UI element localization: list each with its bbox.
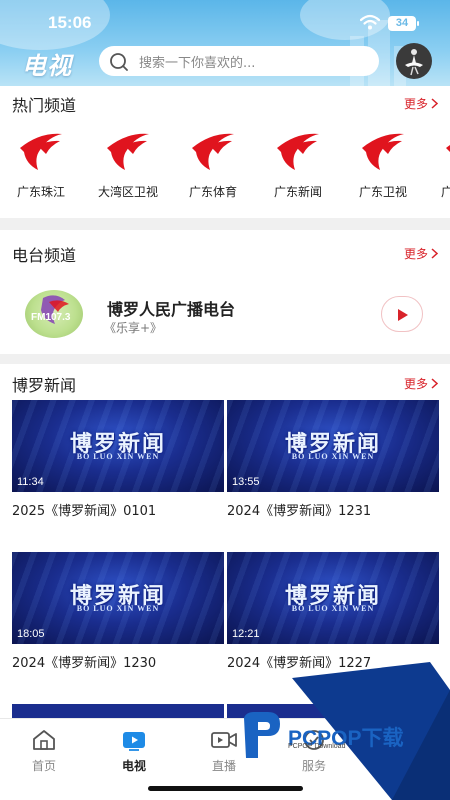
top-header: 15:06 34 电视 搜索一下你喜欢的... bbox=[0, 0, 450, 86]
channel-item[interactable]: 广 bbox=[426, 124, 450, 200]
video-card[interactable]: 博罗新闻 BO LUO XIN WEN 13:55 2024《博罗新闻》1231 bbox=[227, 400, 439, 519]
tab-live[interactable]: 直播 bbox=[189, 729, 259, 774]
tab-label: 首页 bbox=[31, 759, 56, 773]
video-thumbnail: 博罗新闻 BO LUO XIN WEN 13:55 bbox=[227, 400, 439, 492]
video-thumbnail: 博罗新闻 BO LUO XIN WEN 12:21 bbox=[227, 552, 439, 644]
video-thumbnail-partial[interactable] bbox=[12, 704, 224, 718]
video-thumbnail: 博罗新闻 BO LUO XIN WEN 18:05 bbox=[12, 552, 224, 644]
section-title: 博罗新闻 bbox=[12, 376, 77, 395]
hot-channels-section: 热门频道 更多 广东珠江 大湾区卫视 广东体育 广东新闻 广东卫视 广 bbox=[0, 86, 450, 218]
thumbnail-subtitle: BO LUO XIN WEN bbox=[76, 452, 160, 461]
radio-station-subtitle: 《乐享+》 bbox=[104, 321, 163, 335]
tab-service[interactable]: 服务 bbox=[279, 729, 349, 774]
video-title: 2024《博罗新闻》1227 bbox=[227, 656, 372, 671]
chevron-right-icon bbox=[431, 248, 438, 259]
radio-station-name[interactable]: 博罗人民广播电台 bbox=[107, 296, 235, 320]
search-input[interactable]: 搜索一下你喜欢的... bbox=[99, 46, 379, 76]
wifi-icon bbox=[359, 14, 381, 34]
video-thumbnail-partial[interactable] bbox=[227, 704, 439, 718]
home-icon bbox=[9, 729, 79, 751]
channel-name: 广东卫视 bbox=[358, 185, 407, 199]
tab-tv[interactable]: 电视 bbox=[99, 729, 169, 774]
gdtv-logo-icon bbox=[360, 128, 406, 174]
home-indicator bbox=[148, 786, 303, 791]
channel-item[interactable]: 广东珠江 bbox=[0, 124, 83, 200]
radio-station-logo[interactable]: FM107.3 bbox=[25, 290, 83, 338]
channel-name: 广东珠江 bbox=[16, 185, 65, 199]
video-card[interactable]: 博罗新闻 BO LUO XIN WEN 18:05 2024《博罗新闻》1230 bbox=[12, 552, 224, 671]
tab-home[interactable]: 首页 bbox=[9, 729, 79, 774]
chevron-right-icon bbox=[431, 98, 438, 109]
video-duration: 13:55 bbox=[232, 476, 260, 488]
channel-item[interactable]: 大湾区卫视 bbox=[86, 124, 170, 200]
video-duration: 11:34 bbox=[17, 476, 44, 488]
avatar[interactable] bbox=[396, 43, 432, 79]
thumbnail-subtitle: BO LUO XIN WEN bbox=[291, 452, 375, 461]
section-title: 热门频道 bbox=[12, 96, 77, 115]
tab-label: 服务 bbox=[301, 759, 326, 773]
video-duration: 12:21 bbox=[232, 628, 260, 640]
video-title: 2024《博罗新闻》1231 bbox=[227, 504, 372, 519]
video-title: 2024《博罗新闻》1230 bbox=[12, 656, 157, 671]
gdtv-logo-icon bbox=[190, 128, 236, 174]
video-card[interactable]: 博罗新闻 BO LUO XIN WEN 11:34 2025《博罗新闻》0101 bbox=[12, 400, 224, 519]
tab-label: 电视 bbox=[121, 759, 146, 773]
battery-icon: 34 bbox=[388, 16, 419, 31]
channel-list: 广东珠江 大湾区卫视 广东体育 广东新闻 广东卫视 广 bbox=[0, 124, 450, 204]
search-icon bbox=[109, 52, 129, 76]
section-title: 电台频道 bbox=[12, 246, 77, 265]
chevron-right-icon bbox=[431, 378, 438, 389]
gdtv-logo-icon bbox=[275, 128, 321, 174]
more-label: 更多 bbox=[403, 377, 428, 391]
news-section: 博罗新闻 更多 博罗新闻 BO LUO XIN WEN 11:34 2025《博… bbox=[0, 364, 450, 718]
video-duration: 18:05 bbox=[17, 628, 45, 640]
gdtv-logo-icon bbox=[444, 128, 450, 174]
status-time: 15:06 bbox=[48, 13, 92, 32]
search-placeholder: 搜索一下你喜欢的... bbox=[139, 56, 256, 71]
video-thumbnail: 博罗新闻 BO LUO XIN WEN 11:34 bbox=[12, 400, 224, 492]
channel-name: 广东新闻 bbox=[273, 185, 322, 199]
channel-item[interactable]: 广东新闻 bbox=[256, 124, 340, 200]
channel-name: 广东体育 bbox=[188, 185, 237, 199]
page-brand-title: 电视 bbox=[22, 52, 72, 80]
thumbnail-subtitle: BO LUO XIN WEN bbox=[291, 604, 375, 613]
play-button[interactable] bbox=[381, 296, 423, 332]
video-title: 2025《博罗新闻》0101 bbox=[12, 504, 157, 519]
more-link[interactable]: 更多 bbox=[404, 375, 438, 392]
status-bar: 15:06 34 bbox=[0, 8, 450, 38]
tv-icon bbox=[99, 729, 169, 751]
tab-label: 直播 bbox=[211, 759, 236, 773]
gdtv-logo-icon bbox=[105, 128, 151, 174]
thumbnail-subtitle: BO LUO XIN WEN bbox=[76, 604, 160, 613]
gdtv-logo-icon bbox=[18, 128, 64, 174]
more-link[interactable]: 更多 bbox=[404, 95, 438, 112]
video-card[interactable]: 博罗新闻 BO LUO XIN WEN 12:21 2024《博罗新闻》1227 bbox=[227, 552, 439, 671]
radio-logo-text: FM107.3 bbox=[31, 312, 71, 323]
channel-name: 广 bbox=[441, 185, 450, 199]
channel-item[interactable]: 广东体育 bbox=[171, 124, 255, 200]
channel-item[interactable]: 广东卫视 bbox=[341, 124, 425, 200]
play-icon bbox=[398, 309, 408, 321]
more-link[interactable]: 更多 bbox=[404, 245, 438, 262]
more-label: 更多 bbox=[403, 247, 428, 261]
channel-name: 大湾区卫视 bbox=[97, 185, 158, 199]
service-icon bbox=[279, 729, 349, 751]
more-label: 更多 bbox=[403, 97, 428, 111]
live-camera-icon bbox=[189, 729, 259, 751]
